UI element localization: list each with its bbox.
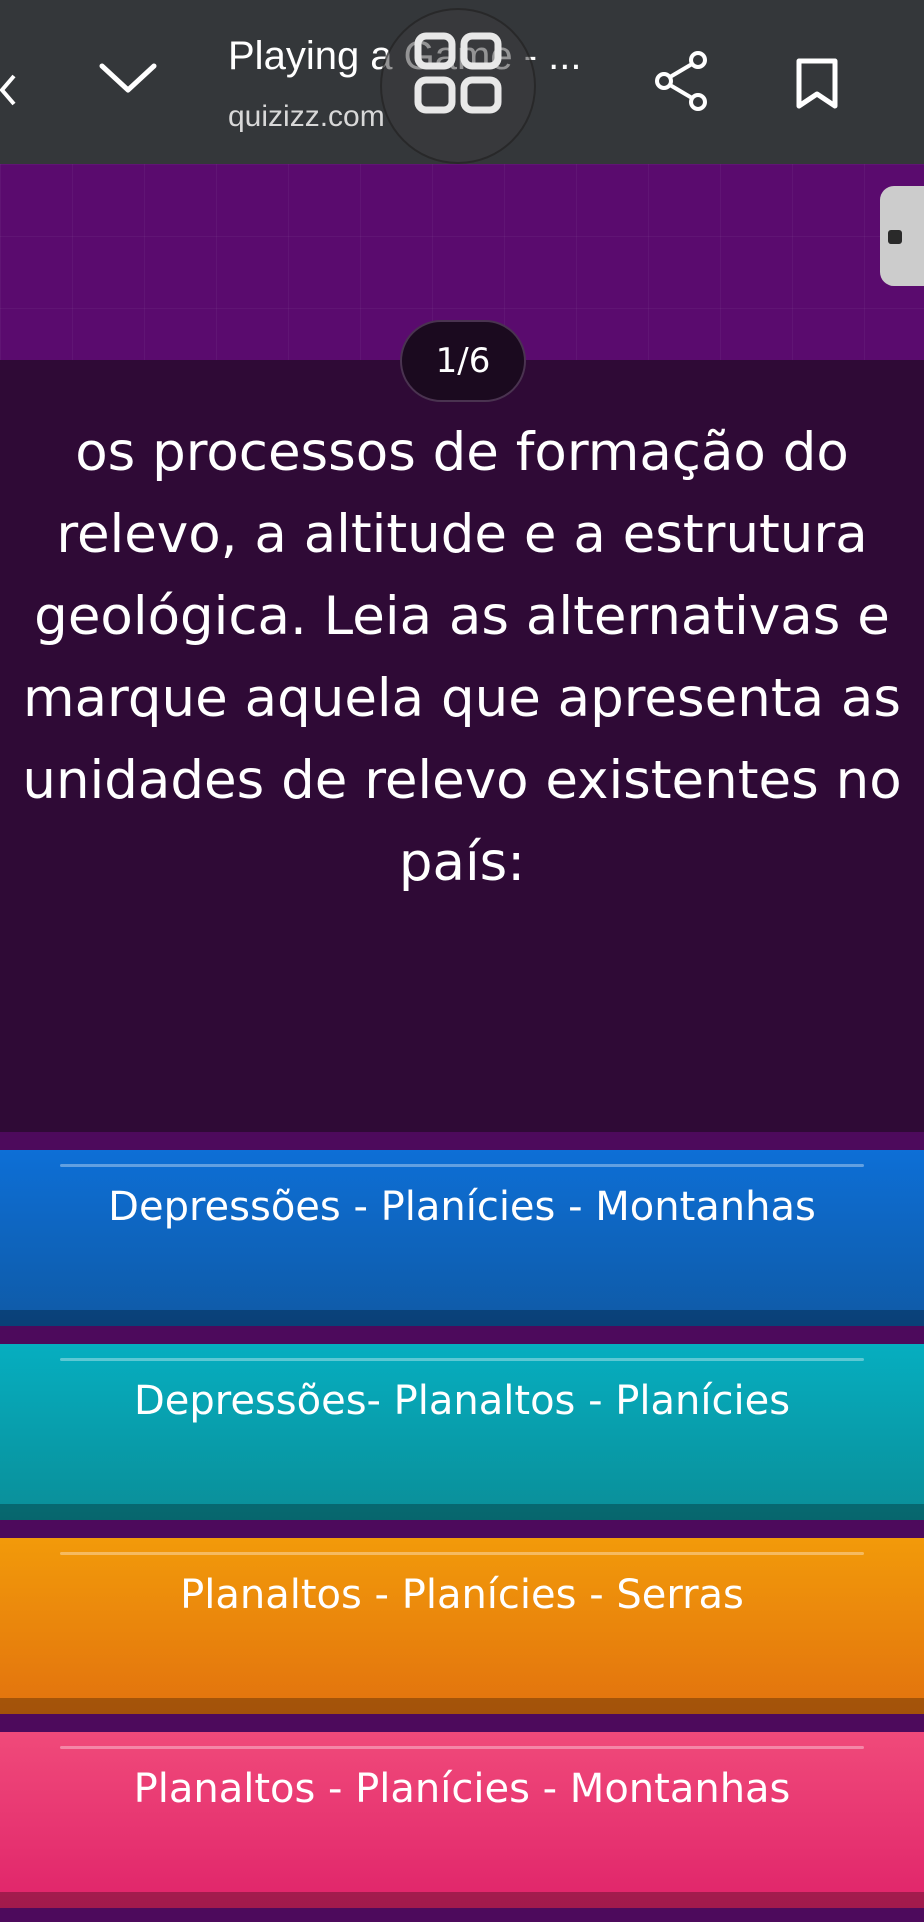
divider bbox=[0, 1908, 924, 1922]
answer-label: Planaltos - Planícies - Montanhas bbox=[133, 1766, 791, 1812]
question-counter: 1/6 bbox=[400, 320, 526, 402]
answer-option-2[interactable]: Depressões- Planaltos - Planícies bbox=[0, 1344, 924, 1520]
answer-highlight bbox=[60, 1164, 864, 1167]
divider bbox=[0, 1714, 924, 1732]
answer-shadow bbox=[0, 1698, 924, 1714]
answer-shadow bbox=[0, 1504, 924, 1520]
answer-highlight bbox=[60, 1746, 864, 1749]
answer-shadow bbox=[0, 1310, 924, 1326]
question-text: os processos de formação do relevo, a al… bbox=[22, 422, 902, 893]
answer-highlight bbox=[60, 1552, 864, 1555]
answer-highlight bbox=[60, 1358, 864, 1361]
settings-icon bbox=[888, 230, 902, 244]
divider bbox=[0, 1520, 924, 1538]
back-icon[interactable] bbox=[0, 70, 20, 114]
answer-shadow bbox=[0, 1892, 924, 1908]
answer-label: Planaltos - Planícies - Serras bbox=[180, 1572, 744, 1618]
answer-option-3[interactable]: Planaltos - Planícies - Serras bbox=[0, 1538, 924, 1714]
share-icon[interactable] bbox=[652, 50, 712, 116]
page-url[interactable]: quizizz.com bbox=[228, 100, 385, 134]
answer-label: Depressões - Planícies - Montanhas bbox=[108, 1184, 816, 1230]
chevron-down-icon[interactable] bbox=[96, 58, 160, 102]
tabs-overview-icon[interactable] bbox=[380, 8, 536, 164]
bookmark-icon[interactable] bbox=[795, 58, 839, 114]
answer-label: Depressões- Planaltos - Planícies bbox=[133, 1378, 791, 1424]
answer-option-1[interactable]: Depressões - Planícies - Montanhas bbox=[0, 1150, 924, 1326]
browser-top-bar: Playing a Game - ... quizizz.com bbox=[0, 0, 924, 164]
divider bbox=[0, 1326, 924, 1344]
answer-option-4[interactable]: Planaltos - Planícies - Montanhas bbox=[0, 1732, 924, 1908]
divider bbox=[0, 1132, 924, 1150]
settings-button[interactable] bbox=[880, 186, 924, 286]
